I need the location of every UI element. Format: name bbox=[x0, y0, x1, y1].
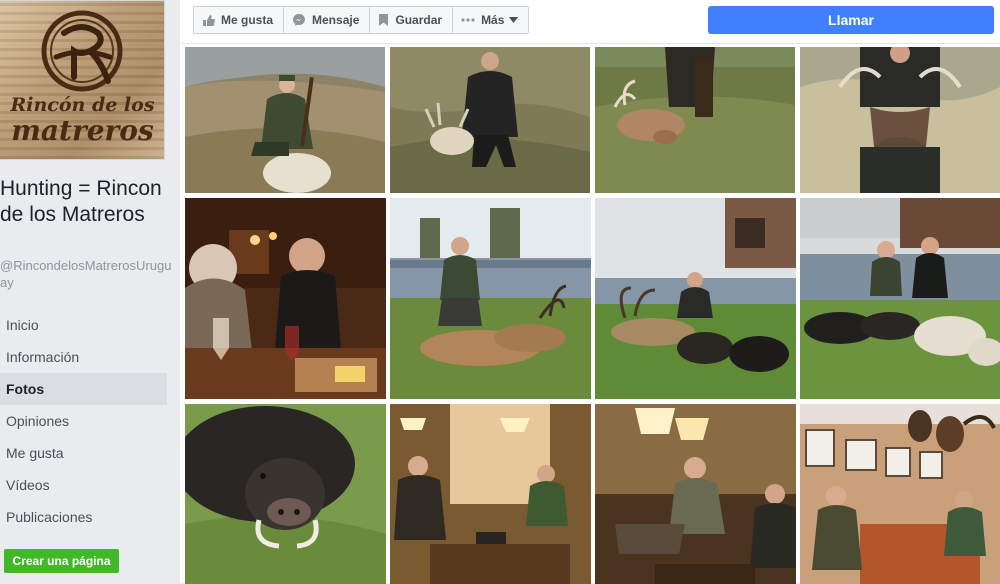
photo-hunter-with-deer-and-boars bbox=[595, 198, 796, 399]
main-content: Me gusta Mensaje Guardar Más Llamar bbox=[180, 0, 1000, 584]
nav-item-opiniones[interactable]: Opiniones bbox=[0, 405, 167, 437]
photo-tile[interactable] bbox=[185, 198, 386, 399]
nav-item-fotos[interactable]: Fotos bbox=[0, 373, 167, 405]
logo-emblem-icon bbox=[41, 10, 123, 92]
more-button-label: Más bbox=[481, 13, 505, 27]
photo-tile[interactable] bbox=[595, 47, 795, 193]
call-button[interactable]: Llamar bbox=[708, 6, 994, 34]
photo-tile[interactable] bbox=[185, 404, 386, 584]
photo-hunter-with-red-stag bbox=[800, 47, 1000, 193]
page-username[interactable]: @RincondelosMatrerosUruguay bbox=[0, 257, 175, 291]
message-button[interactable]: Mensaje bbox=[284, 7, 371, 33]
left-sidebar: Rincón de los matreros Hunting = Rincon … bbox=[0, 0, 180, 583]
photo-lodge-lounge-1 bbox=[390, 404, 591, 584]
nav-item-me-gusta[interactable]: Me gusta bbox=[0, 437, 167, 469]
photo-tile[interactable] bbox=[595, 404, 796, 584]
page-title[interactable]: Hunting = Rincon de los Matreros bbox=[0, 176, 175, 228]
create-page-button[interactable]: Crear una página bbox=[4, 549, 119, 573]
photo-tile[interactable] bbox=[800, 47, 1000, 193]
photo-tile[interactable] bbox=[595, 198, 796, 399]
message-button-label: Mensaje bbox=[312, 13, 360, 27]
photo-hunter-with-chital-pair bbox=[390, 198, 591, 399]
save-button-label: Guardar bbox=[395, 13, 443, 27]
page-profile-picture[interactable]: Rincón de los matreros bbox=[0, 0, 165, 160]
page-action-bar: Me gusta Mensaje Guardar Más Llamar bbox=[180, 0, 1000, 44]
page-nav: Inicio Información Fotos Opiniones Me gu… bbox=[0, 309, 167, 533]
nav-item-informacion[interactable]: Información bbox=[0, 341, 167, 373]
messenger-icon bbox=[292, 13, 306, 27]
photo-tile[interactable] bbox=[390, 47, 590, 193]
photo-tile[interactable] bbox=[390, 198, 591, 399]
photo-hunter-with-fallow-deer bbox=[595, 47, 795, 193]
photo-hunter-with-ram bbox=[185, 47, 385, 193]
photo-dinner-table bbox=[185, 198, 386, 399]
photo-tile[interactable] bbox=[800, 404, 1000, 584]
logo-line-1: Rincón de los bbox=[10, 94, 155, 116]
photo-tile[interactable] bbox=[185, 47, 385, 193]
photo-trophy-room bbox=[800, 404, 1000, 584]
action-button-group: Me gusta Mensaje Guardar Más bbox=[193, 6, 530, 34]
more-button[interactable]: Más bbox=[453, 7, 528, 33]
photo-hunter-with-axis-deer bbox=[390, 47, 590, 193]
nav-item-publicaciones[interactable]: Publicaciones bbox=[0, 501, 167, 533]
thumbs-up-icon bbox=[202, 14, 215, 27]
logo-line-2: matreros bbox=[11, 114, 154, 147]
like-button-label: Me gusta bbox=[221, 13, 274, 27]
save-button[interactable]: Guardar bbox=[370, 7, 454, 33]
photo-tile[interactable] bbox=[390, 404, 591, 584]
nav-item-videos[interactable]: Vídeos bbox=[0, 469, 167, 501]
like-button[interactable]: Me gusta bbox=[194, 7, 285, 33]
bookmark-icon bbox=[378, 13, 389, 27]
nav-item-inicio[interactable]: Inicio bbox=[0, 309, 167, 341]
photo-two-hunters-with-trophies bbox=[800, 198, 1000, 399]
caret-down-icon bbox=[509, 17, 519, 23]
photo-lodge-lounge-2 bbox=[595, 404, 796, 584]
photo-wild-boar-closeup bbox=[185, 404, 386, 584]
dots-icon bbox=[461, 18, 475, 22]
logo-text: Rincón de los matreros bbox=[0, 94, 164, 147]
photo-tile[interactable] bbox=[800, 198, 1000, 399]
